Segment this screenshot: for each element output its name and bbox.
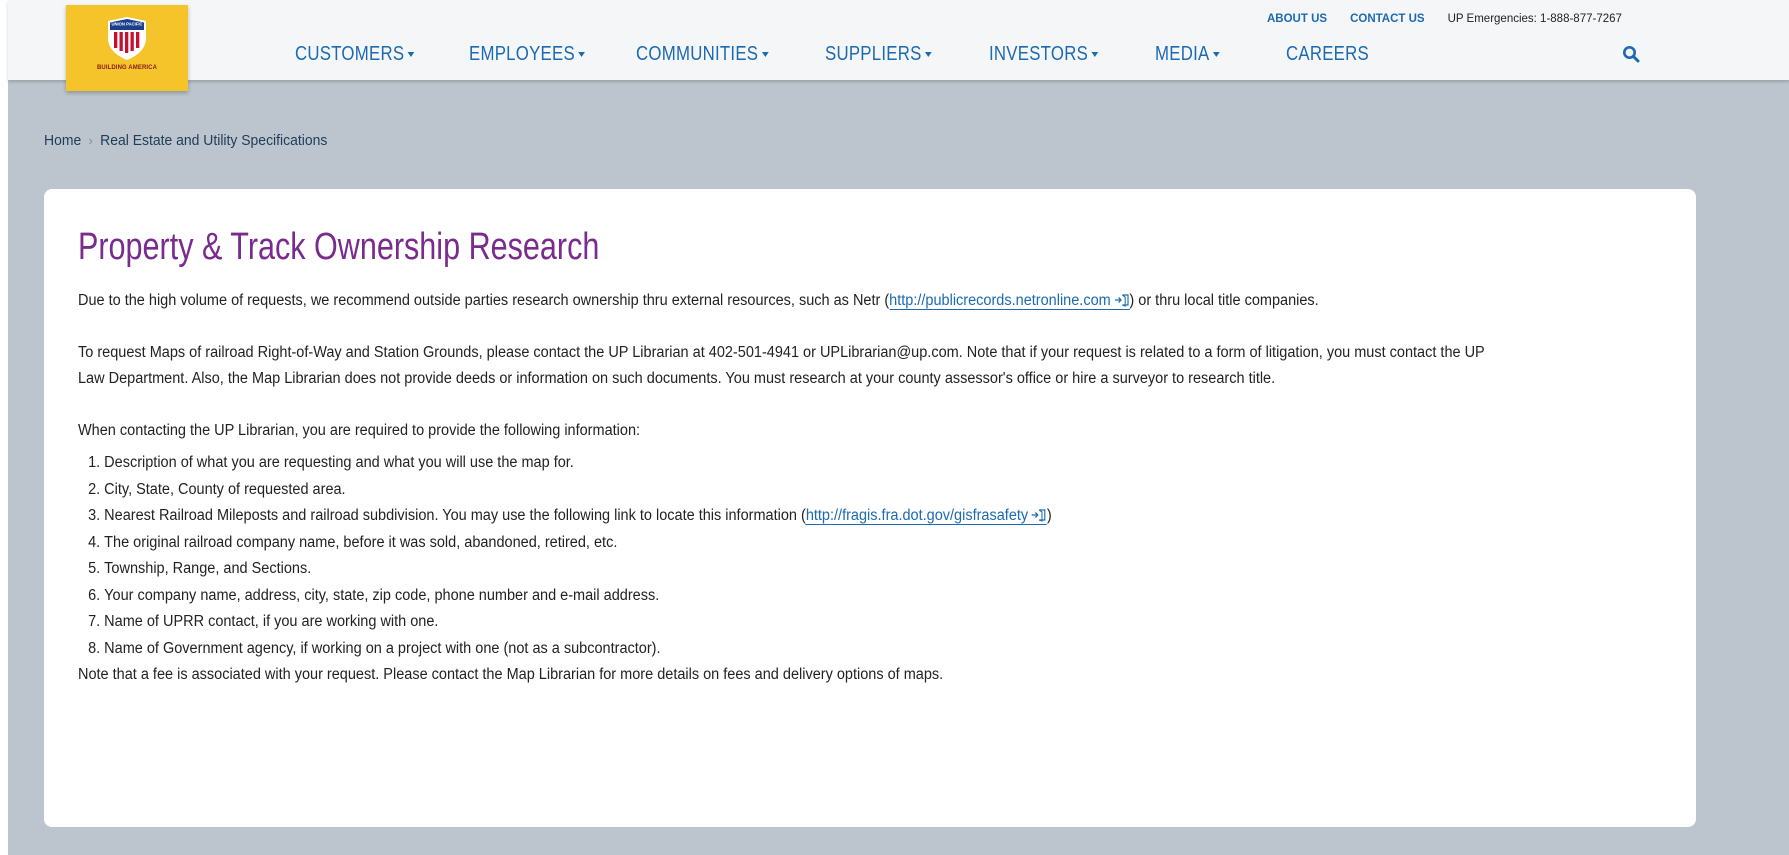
utility-links: ABOUT US CONTACT US UP Emergencies: 1-88…: [1267, 13, 1622, 25]
breadcrumb: Home › Real Estate and Utility Specificati…: [44, 132, 327, 149]
nav-communities-label: COMMUNITIES: [636, 43, 759, 65]
intro-paragraph: Due to the high volume of requests, we r…: [78, 288, 1574, 314]
caret-down-icon: [761, 52, 769, 58]
requirements-intro: When contacting the UP Librarian, you ar…: [78, 422, 641, 439]
caret-down-icon: [407, 52, 415, 58]
list-item: Description of what you are requesting a…: [104, 450, 1574, 477]
nav-investors-label: INVESTORS: [989, 43, 1089, 65]
nav-suppliers-label: SUPPLIERS: [825, 43, 922, 65]
fee-note: Note that a fee is associated with your …: [78, 666, 944, 683]
nav-employees[interactable]: EMPLOYEES: [469, 43, 585, 66]
list-item: The original railroad company name, befo…: [104, 530, 1574, 557]
nav-employees-label: EMPLOYEES: [469, 43, 575, 65]
breadcrumb-current-link[interactable]: Real Estate and Utility Specifications: [100, 132, 327, 149]
caret-down-icon: [1212, 52, 1220, 58]
nav-media[interactable]: MEDIA: [1155, 43, 1220, 66]
fra-gis-link-text: http://fragis.fra.dot.gov/gisfrasafety: [805, 507, 1029, 524]
search-icon[interactable]: [1622, 45, 1640, 63]
nav-careers-label: CAREERS: [1286, 43, 1369, 65]
nav-customers[interactable]: CUSTOMERS: [295, 43, 415, 66]
logo-brand-text: UNION PACIFIC: [111, 22, 142, 27]
list-item: Nearest Railroad Mileposts and railroad …: [104, 503, 1574, 530]
list-item-text-before: Nearest Railroad Mileposts and railroad …: [104, 507, 806, 524]
list-item-text-after: ): [1046, 507, 1052, 524]
nav-media-label: MEDIA: [1155, 43, 1210, 65]
content-card: Property & Track Ownership Research Due …: [44, 189, 1696, 827]
nav-suppliers[interactable]: SUPPLIERS: [825, 43, 932, 66]
requirements-list: Description of what you are requesting a…: [78, 450, 1574, 662]
site-header: ABOUT US CONTACT US UP Emergencies: 1-88…: [8, 0, 1789, 80]
list-item: Name of Government agency, if working on…: [104, 636, 1574, 663]
maps-request-paragraph: To request Maps of railroad Right-of-Way…: [78, 344, 1485, 387]
chevron-right-icon: ›: [88, 133, 93, 148]
page-title: Property & Track Ownership Research: [78, 226, 600, 268]
external-link-icon: [1031, 509, 1046, 522]
list-item: Township, Range, and Sections.: [104, 556, 1574, 583]
nav-investors[interactable]: INVESTORS: [989, 43, 1099, 66]
list-item: Name of UPRR contact, if you are working…: [104, 609, 1574, 636]
logo-tagline: BUILDING AMERICA: [96, 65, 158, 71]
caret-down-icon: [1091, 52, 1099, 58]
about-us-link[interactable]: ABOUT US: [1267, 13, 1327, 25]
caret-down-icon: [924, 52, 932, 58]
nav-careers[interactable]: CAREERS: [1286, 43, 1369, 66]
emergency-phone: UP Emergencies: 1-888-877-7267: [1447, 13, 1622, 25]
fra-gis-link[interactable]: http://fragis.fra.dot.gov/gisfrasafety: [805, 507, 1047, 525]
breadcrumb-home-link[interactable]: Home: [44, 132, 81, 149]
netronline-link[interactable]: http://publicrecords.netronline.com: [889, 292, 1130, 310]
nav-communities[interactable]: COMMUNITIES: [636, 43, 769, 66]
union-pacific-logo[interactable]: UNION PACIFIC BUILDING AMERICA: [66, 5, 188, 91]
intro-text-after: ) or thru local title companies.: [1129, 292, 1319, 309]
nav-customers-label: CUSTOMERS: [295, 43, 405, 65]
article-content: Property & Track Ownership Research Due …: [78, 223, 1574, 688]
intro-text-before: Due to the high volume of requests, we r…: [78, 292, 890, 309]
shield-logo-icon: UNION PACIFIC: [108, 17, 146, 60]
contact-us-link[interactable]: CONTACT US: [1350, 13, 1425, 25]
main-nav: CUSTOMERS EMPLOYEES COMMUNITIES SUPPLIER…: [8, 43, 1789, 67]
list-item: Your company name, address, city, state,…: [104, 583, 1574, 610]
caret-down-icon: [578, 52, 585, 58]
list-item: City, State, County of requested area.: [104, 477, 1574, 504]
external-link-icon: [1114, 294, 1129, 307]
netronline-link-text: http://publicrecords.netronline.com: [889, 292, 1111, 309]
page: ABOUT US CONTACT US UP Emergencies: 1-88…: [8, 0, 1789, 855]
